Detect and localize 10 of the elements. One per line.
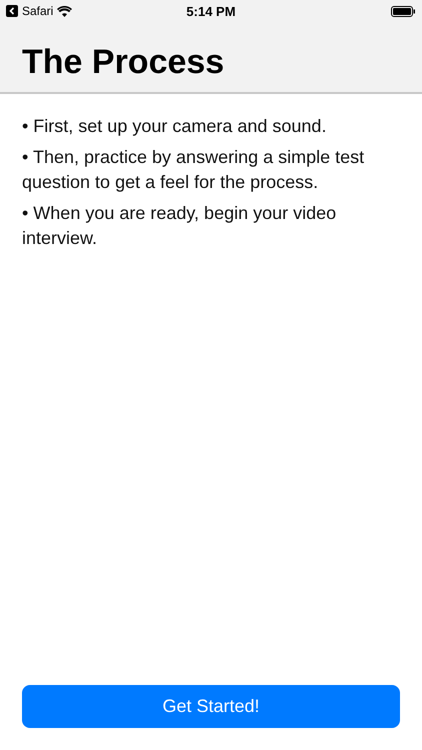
battery-icon (391, 6, 416, 16)
step-text: • Then, practice by answering a simple test question to get a feel for the process. (22, 146, 366, 194)
get-started-button[interactable]: Get Started! (22, 685, 400, 728)
step-text: • When you are ready, begin your video interview. (22, 202, 338, 250)
back-app-label[interactable]: Safari (22, 4, 54, 18)
wifi-icon (57, 6, 72, 16)
step-text: • First, set up your camera and sound. (22, 115, 328, 138)
page-title: The Process (21, 42, 226, 83)
status-time: 5:14 PM (186, 4, 236, 18)
back-icon[interactable] (6, 5, 18, 17)
